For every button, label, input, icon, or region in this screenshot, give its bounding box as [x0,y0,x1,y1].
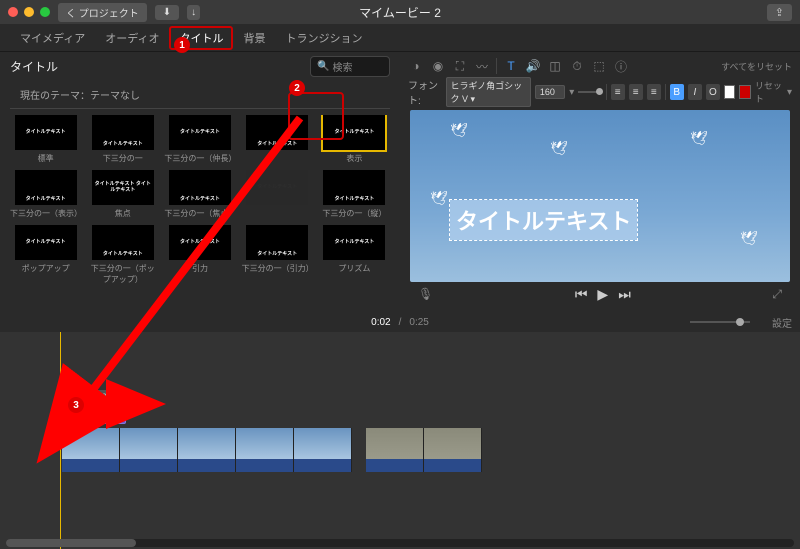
search-placeholder: 検索 [332,59,352,74]
download-button[interactable]: ↓ [187,5,200,20]
video-clip[interactable] [366,428,482,472]
font-size-input[interactable]: 160 [535,85,565,99]
preview-controls: 🎙 ⏮ ▶ ⏭ ⤢ [410,282,790,306]
font-toolbar: フォント: ヒラギノ角ゴシック V ▾ 160 ▾ ≡ ≡ ≡ B I O リセ… [400,80,800,104]
close-window-button[interactable] [8,7,18,17]
search-icon: 🔍 [317,61,329,72]
reset-all-button[interactable]: すべてをリセット [721,60,792,73]
outline-color-swatch[interactable] [739,85,750,99]
title-preset[interactable]: タイトルテキスト下三分の一（仲長） [164,115,235,164]
timeline-header: 0:02 / 0:25 設定 [0,312,800,332]
title-preset[interactable]: タイトルテキスト下三分の一（仲長） [242,115,313,164]
font-label: フォント: [408,77,442,107]
color-correct-icon[interactable]: ◉ [430,58,446,74]
titles-browser: タイトル 🔍 検索 現在のテーマ：テーマなし タイトルテキスト標準 タイトルテキ… [0,52,400,312]
dropdown-icon[interactable]: ▾ [787,87,792,98]
annotation-2: 2 [289,80,305,96]
import-button[interactable]: ⬇ [155,5,179,20]
fullscreen-window-button[interactable] [40,7,50,17]
title-preset[interactable]: タイトルテキスト下三分の一 [87,115,158,164]
reset-button[interactable]: リセット [755,79,783,105]
title-preset[interactable]: タイトルテキスト下三分の一（ポップアップ） [87,225,158,285]
align-left-icon[interactable]: ≡ [611,84,625,100]
font-family-select[interactable]: ヒラギノ角ゴシック V ▾ [446,77,531,107]
title-preset[interactable]: タイトルテキスト タイトルテキスト焦点 [87,170,158,219]
bold-button[interactable]: B [670,84,684,100]
title-overlay[interactable]: タイトルテキスト [450,200,770,240]
project-title: マイムービー 2 [359,4,441,21]
title-preset[interactable]: タイトルテキスト下三分の一（引力） [242,225,313,285]
annotation-1: 1 [174,37,190,53]
title-preset[interactable]: タイトルテキスト [242,170,313,219]
title-preset[interactable]: タイトルテキスト下三分の一（縦） [319,170,390,219]
mic-icon[interactable]: 🎙 [418,287,433,301]
align-right-icon[interactable]: ≡ [647,84,661,100]
volume-icon[interactable]: 🔊 [525,58,541,74]
outline-button[interactable]: O [706,84,720,100]
timeline-settings-button[interactable]: 設定 [772,315,792,330]
title-text[interactable]: タイトルテキスト [450,200,637,240]
noise-icon[interactable]: ◫ [547,58,563,74]
next-button[interactable]: ⏭ [618,286,631,303]
theme-label: 現在のテーマ：テーマなし [10,81,390,109]
minimize-window-button[interactable] [24,7,34,17]
tab-audio[interactable]: オーディオ [95,26,169,50]
total-time: 0:25 [409,317,428,328]
title-preset[interactable]: タイトルテキスト下三分の一（焦点） [164,170,235,219]
stabilize-icon[interactable]: 〰 [474,58,490,74]
filter-icon[interactable]: ⬚ [591,58,607,74]
titles-grid: タイトルテキスト標準 タイトルテキスト下三分の一 タイトルテキスト下三分の一（仲… [0,115,400,285]
title-preset[interactable]: タイトルテキストポップアップ [10,225,81,285]
window-controls [8,7,50,17]
play-button[interactable]: ▶ [597,286,608,303]
title-preset[interactable]: タイトルテキストプリズム [319,225,390,285]
title-preset[interactable]: タイトルテキスト引力 [164,225,235,285]
timestamp-badge: 09:17 [92,390,125,404]
media-tabs: マイメディア オーディオ タイトル 背景 トランジション [0,24,800,52]
timeline[interactable]: 09:17 4.0 秒 – タイトルテ [0,332,800,549]
align-center-icon[interactable]: ≡ [629,84,643,100]
video-clip[interactable] [62,428,352,472]
browser-heading: タイトル [10,58,58,75]
crop-icon[interactable]: ⛶ [452,58,468,74]
title-preset-selected[interactable]: タイトルテキスト表示 [319,115,390,164]
search-input[interactable]: 🔍 検索 [310,56,390,77]
color-balance-icon[interactable]: ◑ [408,58,424,74]
prev-button[interactable]: ⏮ [575,286,588,303]
share-button[interactable]: ⇪ [767,4,792,21]
titlebar: く プロジェクト ⬇ ↓ マイムービー 2 ⇪ [0,0,800,24]
horizontal-scrollbar[interactable] [6,539,794,547]
playhead[interactable] [60,332,61,549]
inspector-toolbar: ◑ ◉ ⛶ 〰 T 🔊 ◫ ⏱ ⬚ ⓘ すべてをリセット [400,52,800,80]
annotation-3: 3 [68,397,84,413]
video-track [62,428,482,472]
tab-backgrounds[interactable]: 背景 [233,26,275,50]
title-preset[interactable]: タイトルテキスト標準 [10,115,81,164]
tab-my-media[interactable]: マイメディア [10,26,95,50]
italic-button[interactable]: I [688,84,702,100]
title-preset[interactable]: タイトルテキスト下三分の一（表示） [10,170,81,219]
info-icon[interactable]: ⓘ [613,58,629,74]
speed-icon[interactable]: ⏱ [569,58,585,74]
zoom-slider[interactable] [690,321,750,323]
tab-transitions[interactable]: トランジション [275,26,372,50]
current-time: 0:02 [371,317,390,328]
video-preview[interactable]: 🕊 🕊 🕊 🕊 🕊 タイトルテキスト [410,110,790,282]
time-separator: / [399,317,402,328]
text-color-swatch[interactable] [724,85,735,99]
text-inspector-icon[interactable]: T [503,58,519,74]
fullscreen-icon[interactable]: ⤢ [772,287,782,302]
back-to-projects-button[interactable]: く プロジェクト [58,3,147,22]
preview-panel: ◑ ◉ ⛶ 〰 T 🔊 ◫ ⏱ ⬚ ⓘ すべてをリセット フォント: ヒラギノ角… [400,52,800,312]
